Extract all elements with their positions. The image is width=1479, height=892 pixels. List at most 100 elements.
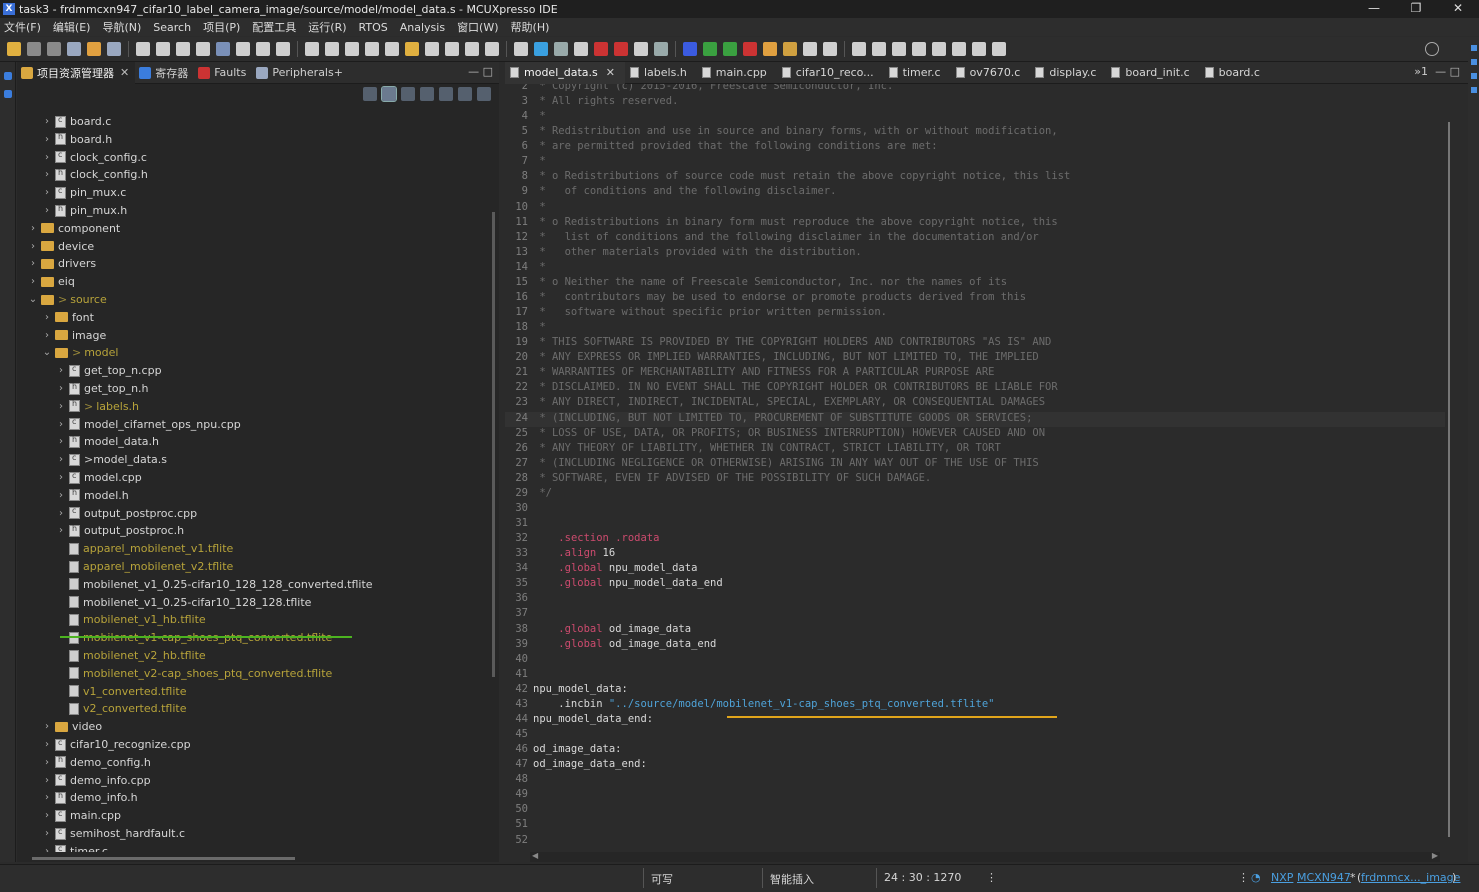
tree-item[interactable]: mobilenet_v1_0.25-cifar10_128_128.tflite	[55, 594, 311, 611]
menu-item[interactable]: 导航(N)	[98, 19, 149, 35]
toolbar-action-icon[interactable]	[445, 42, 459, 56]
chevron-right-icon[interactable]: ›	[41, 116, 53, 127]
chevron-down-icon[interactable]: ⌄	[27, 294, 39, 305]
toolbar-action-icon[interactable]	[87, 42, 101, 56]
toolbar-action-icon[interactable]	[872, 42, 886, 56]
toolbar-action-icon[interactable]	[514, 42, 528, 56]
toolbar-action-icon[interactable]	[325, 42, 339, 56]
editor-tab[interactable]: timer.c	[884, 62, 951, 84]
toolbar-action-icon[interactable]	[912, 42, 926, 56]
tree-item[interactable]: mobilenet_v2_hb.tflite	[55, 647, 206, 664]
outline-icon[interactable]	[1470, 45, 1477, 51]
console-icon[interactable]	[1470, 73, 1477, 79]
tree-item[interactable]: › >model_data.s	[55, 451, 167, 468]
tree-item[interactable]: › device	[27, 238, 94, 255]
chevron-right-icon[interactable]: ›	[41, 775, 53, 786]
toolbar-action-icon[interactable]	[465, 42, 479, 56]
toolbar-action-icon[interactable]	[305, 42, 319, 56]
code-editor[interactable]: 2 * Copyright (c) 2015-2016, Freescale S…	[505, 84, 1468, 852]
close-tab-icon[interactable]: ✕	[120, 66, 129, 79]
toolbar-action-icon[interactable]	[594, 42, 608, 56]
tree-item[interactable]: › model_data.h	[55, 433, 159, 450]
project-link[interactable]: frdmmcx..._image	[1361, 871, 1460, 884]
toolbar-action-icon[interactable]	[972, 42, 986, 56]
restore-button[interactable]: ❐	[1395, 0, 1437, 18]
toolbar-action-icon[interactable]	[256, 42, 270, 56]
left-tab[interactable]: 寄存器	[135, 62, 194, 84]
close-window-button[interactable]: ✕	[1437, 0, 1479, 18]
scroll-left-icon[interactable]: ◀	[532, 851, 538, 860]
tree-horizontal-scrollbar[interactable]	[32, 857, 295, 860]
tree-item[interactable]: › eiq	[27, 273, 75, 290]
tree-vertical-scrollbar[interactable]	[492, 212, 495, 677]
close-tab-icon[interactable]: ✕	[606, 66, 615, 79]
tree-item[interactable]: › timer.c	[41, 843, 108, 852]
left-tab[interactable]: Faults	[194, 62, 252, 84]
tree-item[interactable]: › get_top_n.h	[55, 380, 149, 397]
toolbar-action-icon[interactable]	[783, 42, 797, 56]
toolbar-action-icon[interactable]	[196, 42, 210, 56]
editor-tab[interactable]: ov7670.c	[951, 62, 1031, 84]
chevron-right-icon[interactable]: ›	[41, 312, 53, 323]
toolbar-action-icon[interactable]	[276, 42, 290, 56]
toolbar-action-icon[interactable]	[574, 42, 588, 56]
toolbar-action-icon[interactable]	[554, 42, 568, 56]
tasks-icon[interactable]	[1470, 87, 1477, 93]
chevron-right-icon[interactable]: ›	[55, 508, 67, 519]
tree-item[interactable]: › demo_info.h	[41, 789, 138, 806]
toolbar-action-icon[interactable]	[654, 42, 668, 56]
refresh-icon[interactable]	[439, 87, 453, 101]
tree-item[interactable]: › model.cpp	[55, 469, 142, 486]
toolbar-action-icon[interactable]	[236, 42, 250, 56]
tree-item[interactable]: v2_converted.tflite	[55, 700, 187, 717]
collapse-all-icon[interactable]	[363, 87, 377, 101]
chevron-right-icon[interactable]: ›	[55, 365, 67, 376]
left-tab[interactable]: 项目资源管理器 ✕	[17, 61, 136, 84]
toolbar-action-icon[interactable]	[763, 42, 777, 56]
chevron-right-icon[interactable]: ›	[41, 846, 53, 852]
chevron-right-icon[interactable]: ›	[41, 792, 53, 803]
menu-item[interactable]: 配置工具	[248, 19, 304, 35]
link-with-editor-icon[interactable]	[381, 86, 397, 102]
editor-tab[interactable]: cifar10_reco...	[777, 62, 884, 84]
chevron-right-icon[interactable]: ›	[41, 739, 53, 750]
menu-item[interactable]: 文件(F)	[0, 19, 49, 35]
tree-item[interactable]: ⌄ > model	[41, 344, 119, 361]
chevron-right-icon[interactable]: ›	[41, 152, 53, 163]
view-menu-icon[interactable]	[477, 87, 491, 101]
pane-minimize-maximize[interactable]: — □	[468, 65, 493, 78]
toolbar-action-icon[interactable]	[952, 42, 966, 56]
left-tab[interactable]: Peripherals+	[252, 62, 349, 84]
toolbar-action-icon[interactable]	[7, 42, 21, 56]
chevron-right-icon[interactable]: ›	[55, 472, 67, 483]
toolbar-action-icon[interactable]	[723, 42, 737, 56]
tree-item[interactable]: › board.h	[41, 131, 112, 148]
toolbar-action-icon[interactable]	[703, 42, 717, 56]
tree-item[interactable]: mobilenet_v2-cap_shoes_ptq_converted.tfl…	[55, 665, 332, 682]
toolbar-action-icon[interactable]	[216, 42, 230, 56]
chevron-right-icon[interactable]: ›	[55, 490, 67, 501]
editor-tab[interactable]: board.c	[1200, 62, 1270, 84]
toolbar-action-icon[interactable]	[365, 42, 379, 56]
tree-item[interactable]: › pin_mux.c	[41, 184, 126, 201]
tree-item[interactable]: v1_converted.tflite	[55, 683, 187, 700]
toolbar-action-icon[interactable]	[534, 42, 548, 56]
tree-item[interactable]: mobilenet_v1_0.25-cifar10_128_128_conver…	[55, 576, 373, 593]
menu-item[interactable]: 项目(P)	[199, 19, 248, 35]
tree-item[interactable]: apparel_mobilenet_v1.tflite	[55, 540, 233, 557]
tree-item[interactable]: › output_postproc.h	[55, 522, 184, 539]
editor-tab[interactable]: model_data.s ✕	[505, 61, 625, 84]
tree-item[interactable]: › semihost_hardfault.c	[41, 825, 185, 842]
tree-item[interactable]: › video	[41, 718, 102, 735]
chevron-right-icon[interactable]: ›	[41, 330, 53, 341]
chevron-right-icon[interactable]: ›	[27, 241, 39, 252]
minimize-button[interactable]: —	[1353, 0, 1395, 18]
chevron-right-icon[interactable]: ›	[55, 436, 67, 447]
toolbar-action-icon[interactable]	[823, 42, 837, 56]
tree-item[interactable]: › clock_config.h	[41, 166, 148, 183]
tree-item[interactable]: ⌄ > source	[27, 291, 107, 308]
tree-item[interactable]: › demo_config.h	[41, 754, 151, 771]
toolbar-action-icon[interactable]	[27, 42, 41, 56]
tree-item[interactable]: › clock_config.c	[41, 149, 147, 166]
variables-view-icon[interactable]	[3, 90, 12, 98]
